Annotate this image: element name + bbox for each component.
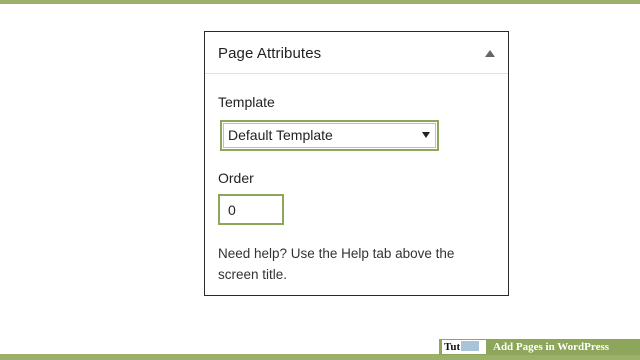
order-label: Order: [218, 170, 254, 186]
metabox-title: Page Attributes: [218, 45, 322, 62]
template-select[interactable]: Default Template: [220, 120, 439, 151]
collapse-toggle-icon[interactable]: [485, 50, 495, 57]
order-input-value: 0: [228, 202, 236, 218]
watermark-badge: Tut Add Pages in WordPress: [439, 339, 640, 355]
top-accent-bar: [0, 0, 640, 4]
brand-logo-text: Tut: [444, 341, 461, 353]
metabox-header[interactable]: Page Attributes: [205, 32, 508, 74]
dropdown-caret-icon: [422, 132, 430, 138]
brand-logo: Tut: [442, 340, 486, 354]
help-text: Need help? Use the Help tab above the sc…: [218, 246, 455, 282]
page-attributes-metabox: Page Attributes Template Default Templat…: [204, 31, 509, 296]
order-input[interactable]: 0: [218, 194, 284, 225]
brand-logo-mark: [461, 341, 480, 351]
watermark-caption: Add Pages in WordPress: [493, 341, 610, 353]
template-select-value: Default Template: [228, 127, 333, 143]
template-label: Template: [218, 94, 275, 110]
